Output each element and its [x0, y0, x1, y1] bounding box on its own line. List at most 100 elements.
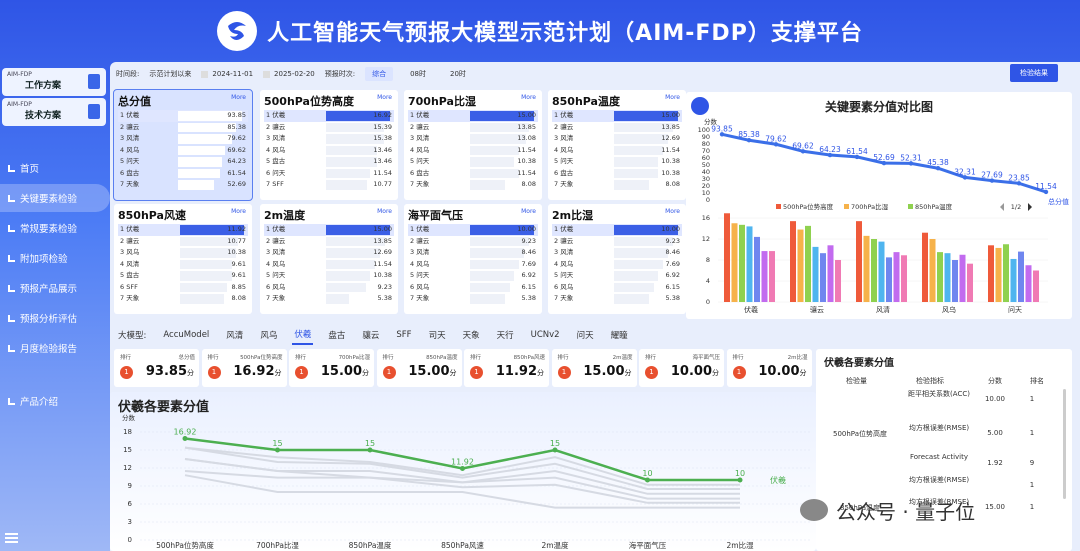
score-card[interactable]: 2m温度 More 1 伏羲 15.00 2 骧云 13.85 3 风清 12.69 4 风乌 1… [260, 204, 398, 314]
card-row: 2 骧云 85.38 [118, 122, 248, 134]
model-tab[interactable]: UCNv2 [529, 327, 562, 343]
nav-products[interactable]: 预报产品展示 [0, 274, 110, 302]
model-name: 4 风清 [120, 259, 140, 268]
tab-20[interactable]: 20时 [443, 67, 473, 81]
model-name: 6 问天 [266, 168, 286, 177]
model-tab[interactable]: 问天 [575, 326, 596, 344]
card-row: 2 骧云 9.23 [408, 236, 538, 248]
start-date[interactable]: 2024-11-01 [212, 70, 253, 78]
card-row: 5 问天 6.92 [552, 270, 682, 282]
data-label: 10 [642, 469, 652, 478]
card-row: 7 SFF 10.77 [264, 179, 394, 191]
model-name: 2 骧云 [410, 122, 430, 131]
score-bar [470, 271, 514, 281]
score-bar [614, 236, 673, 246]
card-row: 4 风乌 7.69 [552, 259, 682, 271]
score-card[interactable]: 700hPa比湿 More 1 伏羲 15.00 2 骧云 13.85 3 风清 13.08 4… [404, 90, 542, 200]
detail-button[interactable]: 检验结果 [1010, 64, 1058, 82]
x-category-label: 骧云 [810, 305, 824, 314]
forecast-label: 预报时次: [324, 70, 356, 78]
model-name: 2 骧云 [554, 236, 574, 245]
score-card[interactable]: 850hPa温度 More 1 伏羲 15.00 2 骧云 13.85 3 风清 12.69 4… [548, 90, 686, 200]
score-card[interactable]: 850hPa风速 More 1 伏羲 11.92 2 骧云 10.77 3 风乌 10.38 4… [114, 204, 252, 314]
card-title: 500hPa位势高度 [264, 95, 354, 108]
rank-label: 排行 [382, 355, 394, 361]
model-name: 4 风乌 [410, 259, 430, 268]
nav-regular-elements[interactable]: 常规要素检验 [0, 214, 110, 242]
comparison-bar [835, 260, 841, 302]
more-link[interactable]: More [231, 208, 246, 215]
score-bar [470, 180, 505, 190]
card-row: 5 问天 6.92 [408, 270, 538, 282]
score-value: 10.00 [661, 225, 680, 233]
end-date[interactable]: 2025-02-20 [274, 70, 315, 78]
score-value: 11.54 [517, 145, 536, 154]
model-tab[interactable]: 盘古 [326, 326, 347, 344]
more-link[interactable]: More [521, 94, 536, 101]
score-value: 13.85 [373, 236, 392, 245]
th-score: 分数 [988, 377, 1002, 385]
score-card[interactable]: 海平面气压 More 1 伏羲 10.00 2 骧云 9.23 3 风清 8.46 4 风乌 7.… [404, 204, 542, 314]
score-card[interactable]: 总分值 More 1 伏羲 93.85 2 骧云 85.38 3 风清 79.62 4 风乌 69… [113, 89, 253, 201]
card-row: 7 天象 8.08 [552, 179, 682, 191]
model-tab[interactable]: 天行 [495, 326, 516, 344]
legend-prev-icon[interactable] [1000, 203, 1004, 211]
scrollbar[interactable] [1063, 389, 1066, 499]
score-card[interactable]: 500hPa位势高度 More 1 伏羲 16.92 2 骧云 15.39 3 风清 15.3… [260, 90, 398, 200]
rank-badge: 1 [120, 366, 133, 379]
model-tab[interactable]: 耀瞳 [609, 326, 630, 344]
tech-plan-card[interactable]: AIM-FDP 技术方案 [2, 98, 106, 126]
tab-all[interactable]: 综合 [365, 67, 394, 81]
nav-product-intro[interactable]: 产品介绍 [0, 387, 110, 415]
more-link[interactable]: More [665, 208, 680, 215]
score-value: 5.38 [665, 294, 680, 302]
rank-unit: 分 [274, 369, 282, 377]
model-name: 1 伏羲 [554, 225, 574, 233]
model-name: 2 骧云 [266, 122, 286, 131]
comparison-bar [746, 226, 753, 302]
period-select[interactable]: 示范计划以来 [149, 69, 191, 79]
comparison-bar [959, 254, 966, 302]
model-name: 3 风清 [120, 134, 140, 142]
model-tab[interactable]: 风乌 [258, 326, 279, 344]
more-link[interactable]: More [377, 208, 392, 215]
model-tab[interactable]: 天象 [461, 326, 482, 344]
model-name: 3 风清 [554, 248, 574, 256]
nav-key-elements[interactable]: 关键要素检验 [0, 184, 110, 212]
card-title: 700hPa比湿 [408, 95, 476, 108]
more-link[interactable]: More [377, 94, 392, 101]
element-score-chart: 伏羲各要素分值 分数 18 15 12 9 6 3 0 16.92 15 15 11.92 15 10 10… [110, 392, 816, 551]
model-name: 7 天象 [120, 180, 140, 188]
y-tick: 6 [128, 500, 133, 508]
model-name: 7 天象 [410, 180, 430, 188]
menu-icon[interactable] [5, 533, 18, 543]
score-bar [326, 282, 366, 292]
model-tab[interactable]: 骧云 [360, 326, 381, 344]
filter-bar: 时间段: 示范计划以来 2024-11-01 2025-02-20 预报时次: … [110, 62, 1080, 86]
more-link[interactable]: More [665, 94, 680, 101]
model-tab[interactable]: SFF [394, 327, 413, 343]
more-link[interactable]: More [521, 208, 536, 215]
score-card[interactable]: 2m比湿 More 1 伏羲 10.00 2 骧云 9.23 3 风清 8.46 4 风乌 7.6… [548, 204, 686, 314]
legend-page: 1/2 [1011, 203, 1021, 211]
rank-title: 2m比湿 [787, 355, 808, 361]
model-tab[interactable]: 伏羲 [292, 325, 314, 345]
model-tab[interactable]: AccuModel [161, 327, 211, 343]
legend-next-icon[interactable] [1028, 203, 1032, 211]
card-row: 6 SFF 8.85 [118, 282, 248, 294]
nav-home[interactable]: 首页 [0, 154, 110, 182]
nav-analysis[interactable]: 预报分析评估 [0, 304, 110, 332]
score-value: 13.46 [373, 157, 392, 165]
model-tab[interactable]: 风清 [224, 326, 245, 344]
comparison-chart-svg: 分数100908070605040302010093.8585.38 79.626… [691, 97, 1069, 314]
cell-rank: 1 [1029, 429, 1035, 437]
y-tick: 0 [706, 196, 710, 204]
nav-additional[interactable]: 附加项检验 [0, 244, 110, 272]
model-tab[interactable]: 司天 [427, 326, 448, 344]
model-name: 2 骧云 [554, 122, 574, 131]
tab-08[interactable]: 08时 [403, 67, 433, 81]
nav-monthly-report[interactable]: 月度检验报告 [0, 334, 110, 362]
more-link[interactable]: More [231, 94, 246, 101]
comparison-bar [827, 245, 834, 302]
work-plan-card[interactable]: AIM-FDP 工作方案 [2, 68, 106, 96]
